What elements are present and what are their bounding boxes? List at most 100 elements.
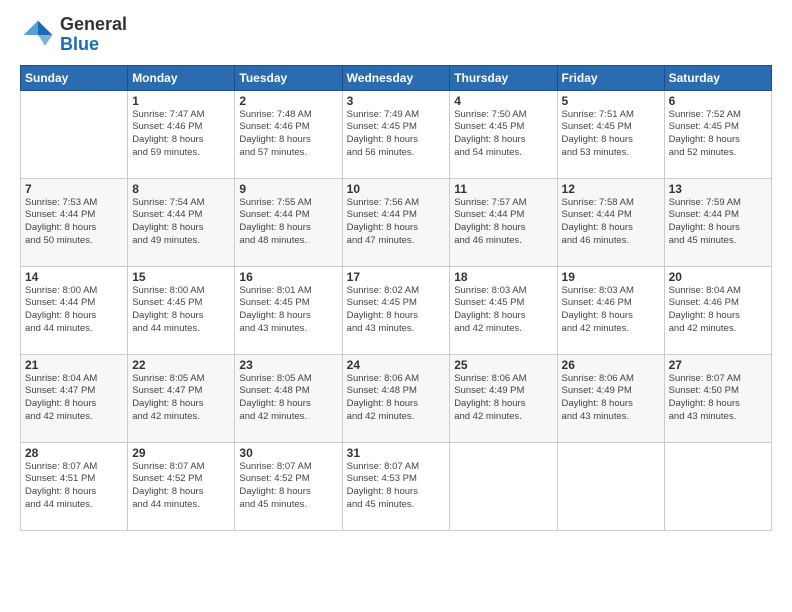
page: General Blue SundayMondayTuesdayWednesda… — [0, 0, 792, 612]
day-info: Sunrise: 8:01 AMSunset: 4:45 PMDaylight:… — [239, 285, 337, 336]
day-info: Sunrise: 7:47 AMSunset: 4:46 PMDaylight:… — [132, 109, 230, 160]
day-number: 1 — [132, 94, 230, 108]
calendar-cell: 22Sunrise: 8:05 AMSunset: 4:47 PMDayligh… — [128, 354, 235, 442]
calendar-cell: 10Sunrise: 7:56 AMSunset: 4:44 PMDayligh… — [342, 178, 450, 266]
calendar-cell: 17Sunrise: 8:02 AMSunset: 4:45 PMDayligh… — [342, 266, 450, 354]
day-number: 8 — [132, 182, 230, 196]
day-info: Sunrise: 7:52 AMSunset: 4:45 PMDaylight:… — [669, 109, 767, 160]
day-info: Sunrise: 8:00 AMSunset: 4:44 PMDaylight:… — [25, 285, 123, 336]
day-number: 26 — [562, 358, 660, 372]
calendar-week-3: 14Sunrise: 8:00 AMSunset: 4:44 PMDayligh… — [21, 266, 772, 354]
calendar-cell: 16Sunrise: 8:01 AMSunset: 4:45 PMDayligh… — [235, 266, 342, 354]
calendar-week-5: 28Sunrise: 8:07 AMSunset: 4:51 PMDayligh… — [21, 442, 772, 530]
calendar-cell: 8Sunrise: 7:54 AMSunset: 4:44 PMDaylight… — [128, 178, 235, 266]
day-number: 10 — [347, 182, 446, 196]
day-info: Sunrise: 8:07 AMSunset: 4:52 PMDaylight:… — [239, 461, 337, 512]
weekday-header-saturday: Saturday — [664, 65, 771, 90]
day-number: 30 — [239, 446, 337, 460]
day-info: Sunrise: 8:03 AMSunset: 4:46 PMDaylight:… — [562, 285, 660, 336]
day-info: Sunrise: 7:50 AMSunset: 4:45 PMDaylight:… — [454, 109, 552, 160]
day-info: Sunrise: 7:56 AMSunset: 4:44 PMDaylight:… — [347, 197, 446, 248]
calendar-cell: 9Sunrise: 7:55 AMSunset: 4:44 PMDaylight… — [235, 178, 342, 266]
calendar-cell — [450, 442, 557, 530]
day-number: 19 — [562, 270, 660, 284]
day-number: 9 — [239, 182, 337, 196]
day-info: Sunrise: 8:06 AMSunset: 4:49 PMDaylight:… — [562, 373, 660, 424]
calendar-cell: 25Sunrise: 8:06 AMSunset: 4:49 PMDayligh… — [450, 354, 557, 442]
logo-icon — [20, 17, 56, 53]
day-number: 7 — [25, 182, 123, 196]
calendar-week-1: 1Sunrise: 7:47 AMSunset: 4:46 PMDaylight… — [21, 90, 772, 178]
calendar-cell: 2Sunrise: 7:48 AMSunset: 4:46 PMDaylight… — [235, 90, 342, 178]
day-number: 31 — [347, 446, 446, 460]
calendar-week-4: 21Sunrise: 8:04 AMSunset: 4:47 PMDayligh… — [21, 354, 772, 442]
day-number: 14 — [25, 270, 123, 284]
day-info: Sunrise: 7:53 AMSunset: 4:44 PMDaylight:… — [25, 197, 123, 248]
calendar-cell: 19Sunrise: 8:03 AMSunset: 4:46 PMDayligh… — [557, 266, 664, 354]
calendar-cell: 7Sunrise: 7:53 AMSunset: 4:44 PMDaylight… — [21, 178, 128, 266]
calendar-cell: 3Sunrise: 7:49 AMSunset: 4:45 PMDaylight… — [342, 90, 450, 178]
day-number: 22 — [132, 358, 230, 372]
day-number: 16 — [239, 270, 337, 284]
day-info: Sunrise: 7:54 AMSunset: 4:44 PMDaylight:… — [132, 197, 230, 248]
weekday-header-monday: Monday — [128, 65, 235, 90]
day-number: 24 — [347, 358, 446, 372]
day-number: 21 — [25, 358, 123, 372]
day-info: Sunrise: 8:07 AMSunset: 4:51 PMDaylight:… — [25, 461, 123, 512]
day-number: 11 — [454, 182, 552, 196]
day-number: 6 — [669, 94, 767, 108]
day-info: Sunrise: 8:05 AMSunset: 4:48 PMDaylight:… — [239, 373, 337, 424]
weekday-header-sunday: Sunday — [21, 65, 128, 90]
calendar-cell: 31Sunrise: 8:07 AMSunset: 4:53 PMDayligh… — [342, 442, 450, 530]
calendar-cell: 30Sunrise: 8:07 AMSunset: 4:52 PMDayligh… — [235, 442, 342, 530]
calendar-cell — [557, 442, 664, 530]
calendar-cell: 14Sunrise: 8:00 AMSunset: 4:44 PMDayligh… — [21, 266, 128, 354]
calendar-cell: 26Sunrise: 8:06 AMSunset: 4:49 PMDayligh… — [557, 354, 664, 442]
calendar-cell: 6Sunrise: 7:52 AMSunset: 4:45 PMDaylight… — [664, 90, 771, 178]
day-info: Sunrise: 8:00 AMSunset: 4:45 PMDaylight:… — [132, 285, 230, 336]
day-number: 23 — [239, 358, 337, 372]
weekday-header-wednesday: Wednesday — [342, 65, 450, 90]
day-number: 20 — [669, 270, 767, 284]
calendar-cell — [664, 442, 771, 530]
logo-text: General Blue — [60, 15, 127, 55]
day-info: Sunrise: 8:03 AMSunset: 4:45 PMDaylight:… — [454, 285, 552, 336]
day-number: 13 — [669, 182, 767, 196]
day-number: 12 — [562, 182, 660, 196]
calendar-cell: 20Sunrise: 8:04 AMSunset: 4:46 PMDayligh… — [664, 266, 771, 354]
day-info: Sunrise: 8:02 AMSunset: 4:45 PMDaylight:… — [347, 285, 446, 336]
calendar-cell: 13Sunrise: 7:59 AMSunset: 4:44 PMDayligh… — [664, 178, 771, 266]
calendar-week-2: 7Sunrise: 7:53 AMSunset: 4:44 PMDaylight… — [21, 178, 772, 266]
calendar-cell: 24Sunrise: 8:06 AMSunset: 4:48 PMDayligh… — [342, 354, 450, 442]
day-number: 29 — [132, 446, 230, 460]
day-info: Sunrise: 7:48 AMSunset: 4:46 PMDaylight:… — [239, 109, 337, 160]
calendar-cell: 21Sunrise: 8:04 AMSunset: 4:47 PMDayligh… — [21, 354, 128, 442]
day-info: Sunrise: 7:59 AMSunset: 4:44 PMDaylight:… — [669, 197, 767, 248]
day-number: 4 — [454, 94, 552, 108]
calendar-cell: 29Sunrise: 8:07 AMSunset: 4:52 PMDayligh… — [128, 442, 235, 530]
calendar-cell: 28Sunrise: 8:07 AMSunset: 4:51 PMDayligh… — [21, 442, 128, 530]
day-info: Sunrise: 7:51 AMSunset: 4:45 PMDaylight:… — [562, 109, 660, 160]
calendar-cell: 5Sunrise: 7:51 AMSunset: 4:45 PMDaylight… — [557, 90, 664, 178]
day-number: 3 — [347, 94, 446, 108]
weekday-header-row: SundayMondayTuesdayWednesdayThursdayFrid… — [21, 65, 772, 90]
day-info: Sunrise: 7:57 AMSunset: 4:44 PMDaylight:… — [454, 197, 552, 248]
day-info: Sunrise: 8:04 AMSunset: 4:47 PMDaylight:… — [25, 373, 123, 424]
calendar-cell: 23Sunrise: 8:05 AMSunset: 4:48 PMDayligh… — [235, 354, 342, 442]
day-info: Sunrise: 8:07 AMSunset: 4:50 PMDaylight:… — [669, 373, 767, 424]
calendar-table: SundayMondayTuesdayWednesdayThursdayFrid… — [20, 65, 772, 531]
day-number: 17 — [347, 270, 446, 284]
day-info: Sunrise: 8:07 AMSunset: 4:53 PMDaylight:… — [347, 461, 446, 512]
day-number: 25 — [454, 358, 552, 372]
day-info: Sunrise: 8:06 AMSunset: 4:49 PMDaylight:… — [454, 373, 552, 424]
day-info: Sunrise: 7:58 AMSunset: 4:44 PMDaylight:… — [562, 197, 660, 248]
day-info: Sunrise: 8:07 AMSunset: 4:52 PMDaylight:… — [132, 461, 230, 512]
day-number: 5 — [562, 94, 660, 108]
day-info: Sunrise: 8:06 AMSunset: 4:48 PMDaylight:… — [347, 373, 446, 424]
day-info: Sunrise: 7:49 AMSunset: 4:45 PMDaylight:… — [347, 109, 446, 160]
day-number: 27 — [669, 358, 767, 372]
calendar-cell: 27Sunrise: 8:07 AMSunset: 4:50 PMDayligh… — [664, 354, 771, 442]
calendar-cell — [21, 90, 128, 178]
calendar-cell: 4Sunrise: 7:50 AMSunset: 4:45 PMDaylight… — [450, 90, 557, 178]
weekday-header-tuesday: Tuesday — [235, 65, 342, 90]
